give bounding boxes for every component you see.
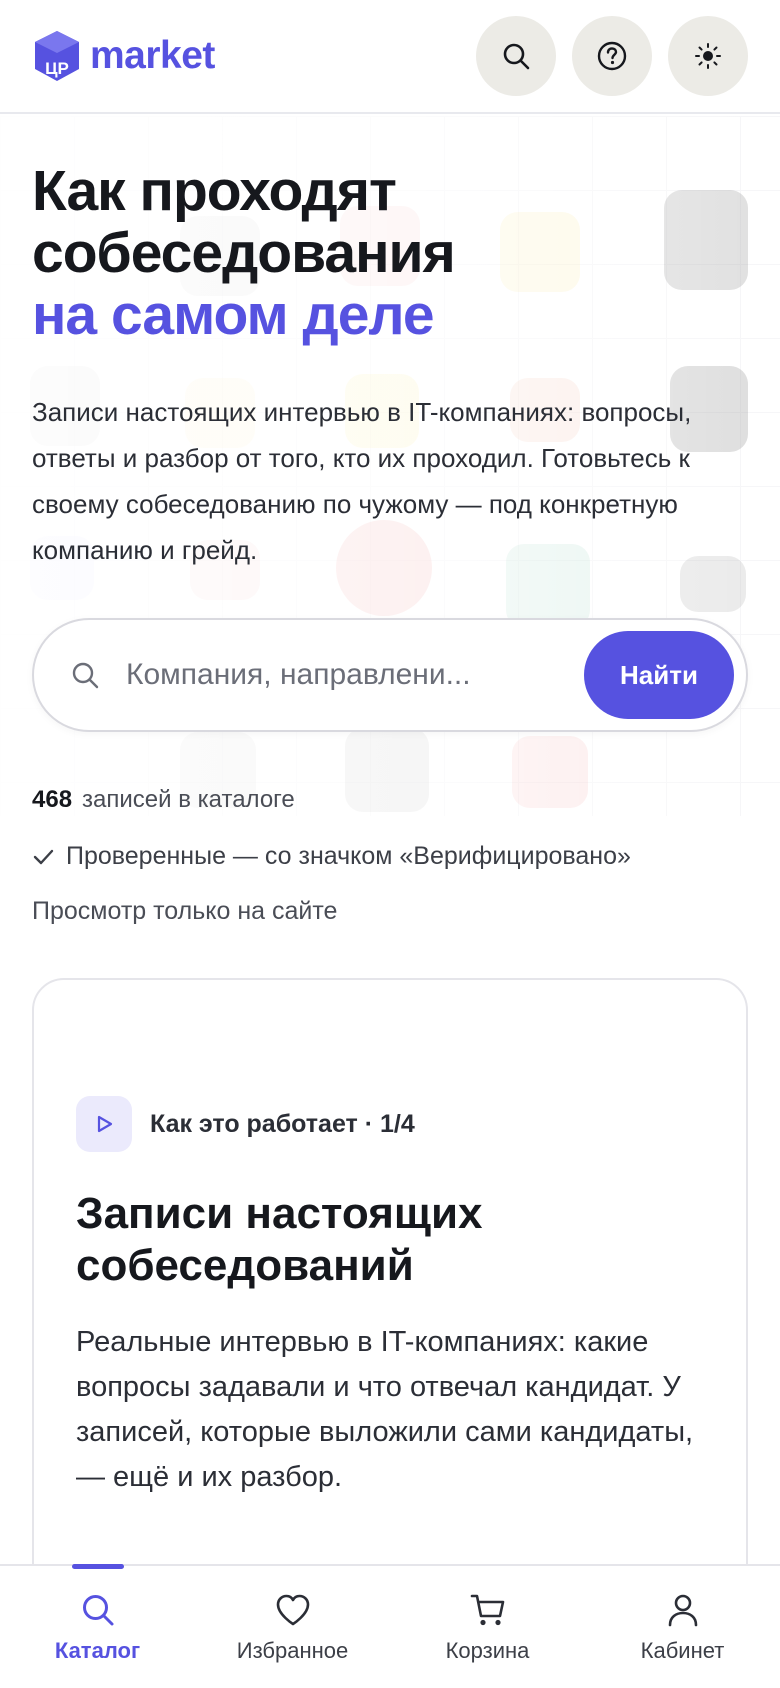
nav-item-favorites[interactable]: Избранное [195, 1566, 390, 1688]
hero-title-line-1: Как проходят [32, 159, 397, 223]
verified-note-text: Проверенные — со значком «Верифицировано… [66, 842, 631, 870]
logo-text: market [90, 34, 215, 77]
nav-item-label: Кабинет [640, 1638, 725, 1663]
catalog-count-label: записей в каталоге [82, 786, 295, 813]
theme-sun-icon [695, 43, 721, 69]
play-icon [97, 1115, 113, 1133]
logo-mark-text: ЦР [45, 59, 69, 78]
verified-note: Проверенные — со значком «Верифицировано… [32, 842, 631, 871]
header-actions [476, 16, 748, 96]
nav-item-label: Корзина [445, 1638, 530, 1663]
bottom-nav: Каталог Избранное Корзина Кабинет [0, 1564, 780, 1688]
logo-cube-icon: ЦР [35, 31, 79, 81]
view-only-note: Просмотр только на сайте [32, 897, 338, 925]
nav-item-account[interactable]: Кабинет [585, 1566, 780, 1688]
nav-item-label: Избранное [236, 1638, 349, 1663]
hero-description: Записи настоящих интервью в IT-компаниях… [32, 397, 692, 565]
hero-title: Как проходят собеседования на самом деле [32, 160, 732, 346]
how-it-works-card: Как это работает · 1/4 Записи настоящих … [32, 978, 748, 1598]
search-icon [82, 1595, 113, 1626]
card-step-label: Как это работает · 1/4 [150, 1109, 415, 1138]
cart-icon [470, 1594, 504, 1626]
hero-title-accent: на самом деле [32, 283, 435, 347]
theme-toggle-button[interactable] [668, 16, 748, 96]
check-icon [33, 849, 54, 864]
search-input[interactable] [126, 658, 584, 692]
nav-item-cart[interactable]: Корзина [390, 1566, 585, 1688]
heart-icon [276, 1594, 309, 1626]
search-icon [72, 662, 99, 689]
play-badge [76, 1096, 132, 1152]
nav-item-catalog[interactable]: Каталог [0, 1564, 195, 1688]
search-bar: Найти [32, 618, 748, 732]
card-step: Как это работает · 1/4 [76, 1096, 415, 1152]
logo[interactable]: ЦР market [32, 29, 215, 83]
search-icon [503, 43, 530, 70]
search-submit-button[interactable]: Найти [584, 631, 734, 719]
user-icon [668, 1594, 697, 1627]
card-text: Реальные интервью в IT-компаниях: какие … [76, 1326, 694, 1493]
help-button[interactable] [572, 16, 652, 96]
card-title: Записи настоящих собеседований [76, 1189, 483, 1290]
app-header: ЦР market [0, 0, 780, 114]
hero-title-line-2: собеседования [32, 221, 456, 285]
help-icon [597, 41, 627, 71]
search-button[interactable] [476, 16, 556, 96]
catalog-count-value: 468 [32, 786, 73, 813]
catalog-count: 468 записей в каталоге [32, 786, 295, 814]
nav-item-label: Каталог [54, 1638, 141, 1663]
